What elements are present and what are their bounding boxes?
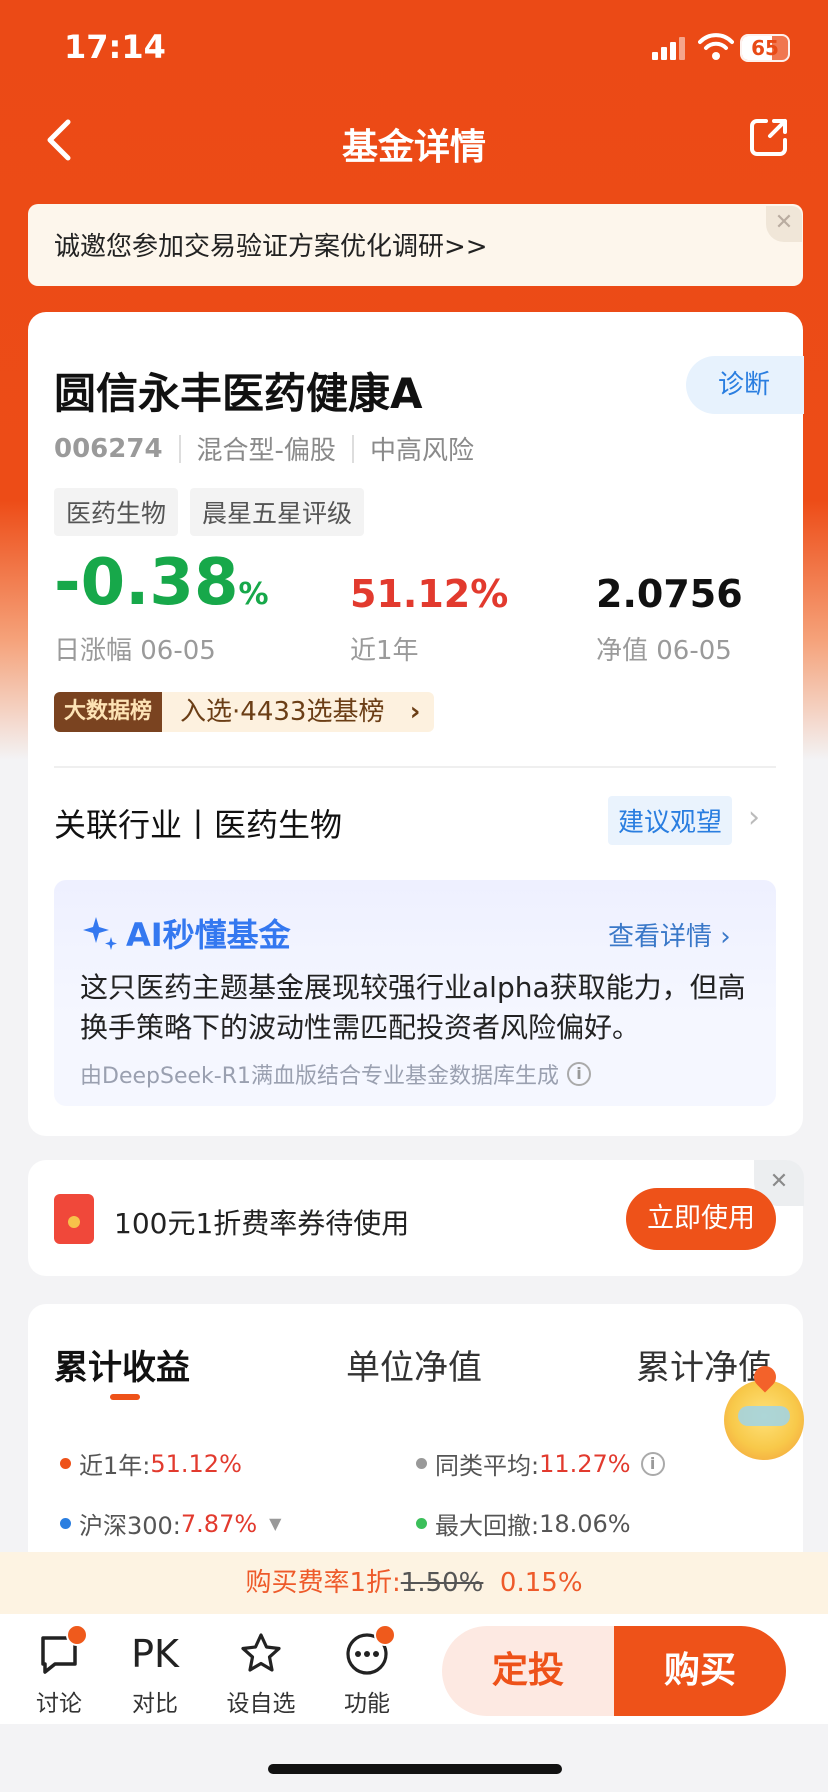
nav-functions[interactable]: 功能: [322, 1630, 412, 1718]
share-icon[interactable]: [748, 116, 790, 158]
home-indicator-area: [0, 1724, 828, 1792]
chevron-right-icon[interactable]: ›: [748, 800, 760, 835]
related-industry[interactable]: 关联行业丨医药生物: [54, 800, 342, 846]
fee-discount-bar: 购买费率1折:1.50% 0.15%: [0, 1552, 828, 1614]
mascot-icon[interactable]: [724, 1380, 804, 1460]
one-year-label: 近1年: [350, 636, 419, 666]
survey-banner-text[interactable]: 诚邀您参加交易验证方案优化调研>>: [54, 226, 488, 263]
fund-type: 混合型-偏股: [196, 436, 336, 466]
auto-invest-button[interactable]: 定投: [442, 1626, 614, 1716]
wifi-icon: [698, 33, 734, 60]
home-indicator[interactable]: [268, 1764, 562, 1774]
ai-summary-text: 这只医药主题基金展现较强行业alpha获取能力，但高换手策略下的波动性需匹配投资…: [80, 971, 746, 1044]
red-envelope-icon: [54, 1194, 94, 1244]
page-title: 基金详情: [341, 127, 486, 168]
buy-button[interactable]: 购买: [614, 1626, 786, 1716]
fund-tags: 医药生物 晨星五星评级: [54, 488, 365, 536]
new-fee: 0.15%: [499, 1568, 583, 1598]
sparkle-icon: [83, 917, 117, 950]
old-fee: 1.50%: [400, 1568, 484, 1598]
use-coupon-button[interactable]: 立即使用: [626, 1188, 776, 1250]
legend-dot: [416, 1518, 427, 1529]
nav-add-watchlist[interactable]: 设自选: [216, 1630, 306, 1718]
info-icon[interactable]: i: [640, 1451, 665, 1476]
tab-unit-nav[interactable]: 单位净值: [346, 1340, 482, 1389]
notification-dot: [66, 1624, 88, 1646]
legend-dot: [60, 1458, 71, 1469]
active-tab-indicator: [110, 1394, 140, 1400]
fund-code: 006274: [54, 433, 163, 464]
nav-value: 2.0756: [596, 572, 743, 616]
divider: [178, 434, 181, 463]
cellular-signal-icon: [652, 36, 686, 60]
info-icon[interactable]: i: [566, 1062, 591, 1086]
fund-name: 圆信永丰医药健康A: [54, 369, 423, 418]
banner-close-icon[interactable]: ✕: [766, 206, 802, 242]
chevron-right-icon: ›: [409, 697, 421, 727]
legend-hs300[interactable]: 沪深300: 7.87% ▼: [60, 1506, 281, 1541]
tag-industry: 医药生物: [54, 488, 179, 536]
diagnose-button[interactable]: 诊断: [686, 356, 804, 414]
ranking-text: 入选·4433选基榜 ›: [162, 692, 435, 732]
advice-badge[interactable]: 建议观望: [608, 796, 733, 845]
nav-compare[interactable]: PK 对比: [110, 1630, 200, 1718]
dropdown-icon[interactable]: ▼: [269, 1514, 281, 1533]
legend-peer-average: 同类平均: 11.27% i: [416, 1446, 665, 1481]
daily-change-label: 日涨幅 06-05: [54, 636, 216, 666]
big-data-badge: 大数据榜: [54, 692, 163, 732]
divider: [351, 434, 354, 463]
ai-more-link[interactable]: 查看详情 ›: [608, 916, 731, 953]
star-icon: [241, 1633, 281, 1672]
legend-dot: [416, 1458, 427, 1469]
ai-title: AI秒懂基金: [80, 910, 291, 956]
status-time: 17:14: [64, 28, 166, 66]
coupon-text: 100元1折费率券待使用: [114, 1207, 410, 1240]
fund-meta: 006274 混合型-偏股 中高风险: [54, 430, 474, 467]
tag-rating: 晨星五星评级: [190, 488, 365, 536]
fund-risk: 中高风险: [369, 436, 474, 466]
daily-change-value: -0.38%: [54, 546, 269, 620]
divider: [54, 766, 776, 768]
legend-max-drawdown: 最大回撤: 18.06%: [416, 1506, 631, 1541]
battery-icon: 65: [740, 34, 790, 62]
nav-label: 净值 06-05: [596, 636, 732, 666]
legend-one-year: 近1年: 51.12%: [60, 1446, 242, 1481]
pk-icon: PK: [131, 1632, 179, 1676]
legend-dot: [60, 1518, 71, 1529]
nav-discuss[interactable]: 讨论: [14, 1630, 104, 1718]
ranking-banner[interactable]: 大数据榜 入选·4433选基榜 ›: [54, 692, 435, 732]
one-year-return: 51.12%: [350, 572, 509, 616]
notification-dot: [374, 1624, 396, 1646]
tab-cumulative-return[interactable]: 累计收益: [54, 1340, 190, 1389]
battery-level: 65: [751, 36, 779, 60]
ai-footnote: 由DeepSeek-R1满血版结合专业基金数据库生成 i: [80, 1058, 591, 1090]
